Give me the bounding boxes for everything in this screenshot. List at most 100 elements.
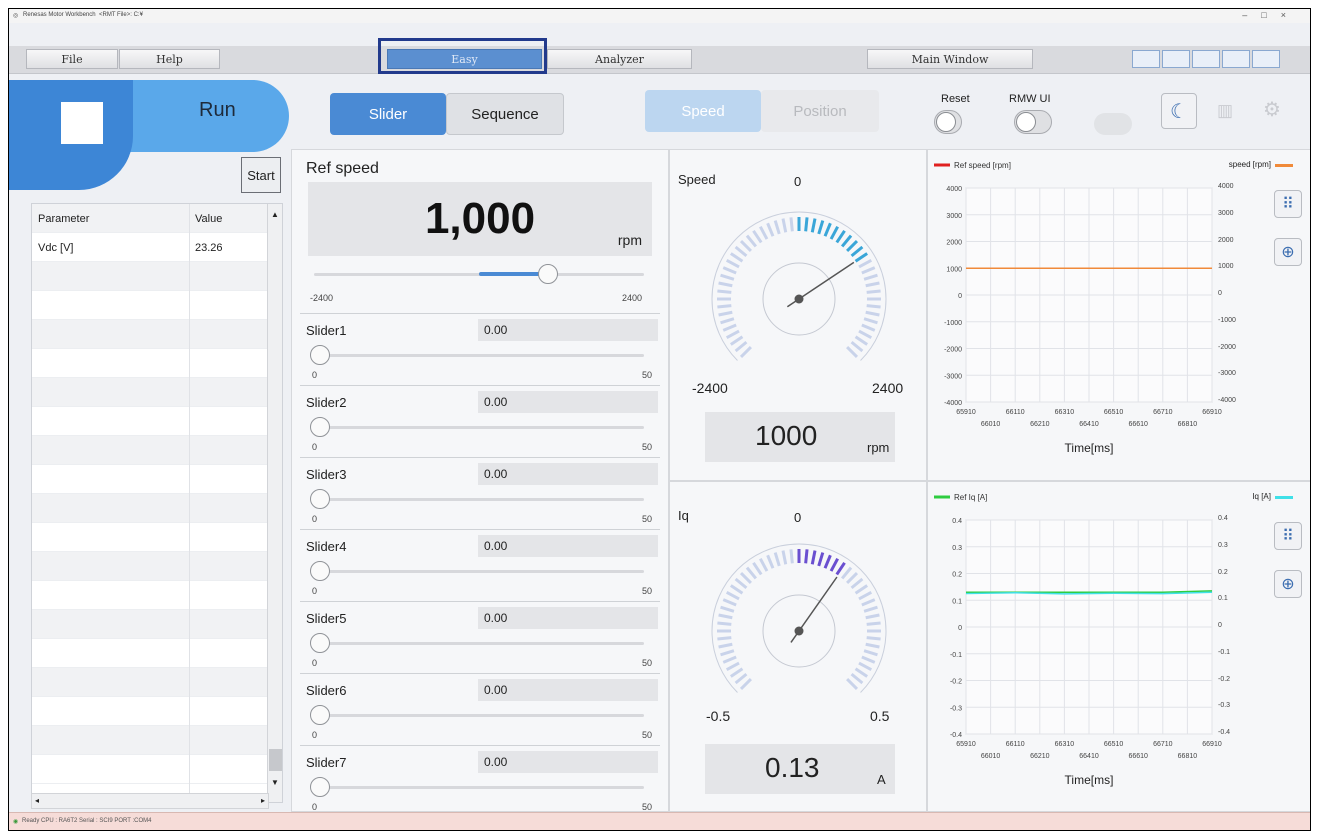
gauge-segment — [858, 259, 873, 269]
zoom-icon[interactable]: ⊕ — [1274, 570, 1302, 598]
slider-divider — [300, 601, 660, 602]
header-parameter: Parameter — [38, 213, 90, 225]
speed-readout-value: 1000 — [755, 420, 818, 451]
slider-value-box[interactable]: 0.00 — [478, 319, 658, 341]
scroll-right-icon[interactable]: ▸ — [261, 796, 265, 805]
main-window-button[interactable]: Main Window — [867, 49, 1033, 69]
gauge-segment — [854, 252, 869, 263]
slider-value-box[interactable]: 0.00 — [478, 679, 658, 701]
vertical-scrollbar[interactable]: ▲ ▼ — [267, 204, 282, 802]
analyzer-tab-button[interactable]: Analyzer — [547, 49, 692, 69]
y-tick-right: -1000 — [1218, 316, 1236, 324]
tab-sequence[interactable]: Sequence — [446, 93, 564, 135]
slider-value-box[interactable]: 0.00 — [478, 391, 658, 413]
layout-icon-4[interactable] — [1222, 50, 1250, 68]
gauge-segment — [718, 642, 733, 649]
table-row[interactable] — [32, 697, 267, 726]
table-row[interactable] — [32, 465, 267, 494]
table-row[interactable] — [32, 436, 267, 465]
stop-icon — [61, 102, 103, 144]
gauge-segment — [850, 577, 864, 590]
rmw-ui-toggle[interactable] — [1014, 110, 1052, 134]
window-controls[interactable]: –□× — [1242, 10, 1300, 20]
y-tick-left: 4000 — [946, 186, 962, 193]
table-row[interactable] — [32, 320, 267, 349]
y-tick-right: -0.4 — [1218, 729, 1231, 736]
gauge-segment — [720, 317, 735, 325]
slider-track[interactable] — [314, 570, 644, 573]
gauge-segment — [718, 310, 733, 317]
scroll-thumb[interactable] — [269, 749, 282, 771]
speed-readout: 1000 rpm — [705, 412, 895, 462]
grid-toggle-icon[interactable]: ⠿ — [1274, 522, 1302, 550]
slider-knob[interactable] — [310, 417, 330, 437]
file-menu-button[interactable]: File — [26, 49, 118, 69]
slider-track[interactable] — [314, 642, 644, 645]
slider-knob[interactable] — [310, 633, 330, 653]
slider-track[interactable] — [314, 354, 644, 357]
slider-knob[interactable] — [310, 705, 330, 725]
table-row[interactable] — [32, 262, 267, 291]
scroll-down-icon[interactable]: ▼ — [271, 778, 279, 787]
theme-icon[interactable]: ☾ — [1161, 93, 1197, 129]
slider-track[interactable] — [314, 498, 644, 501]
table-row[interactable] — [32, 610, 267, 639]
reset-toggle[interactable] — [934, 110, 962, 134]
table-row[interactable] — [32, 494, 267, 523]
tab-position[interactable]: Position — [761, 90, 879, 132]
y-tick-left: 0.1 — [952, 598, 962, 605]
slider-value-box[interactable]: 0.00 — [478, 607, 658, 629]
x-tick: 66010 — [981, 753, 1001, 760]
slider-value-box[interactable]: 0.00 — [478, 463, 658, 485]
table-row[interactable] — [32, 755, 267, 784]
slider-value-box[interactable]: 0.00 — [478, 535, 658, 557]
slider-knob[interactable] — [310, 489, 330, 509]
table-row[interactable] — [32, 581, 267, 610]
table-row[interactable] — [32, 726, 267, 755]
table-row[interactable] — [32, 639, 267, 668]
layout-icon-5[interactable] — [1252, 50, 1280, 68]
start-button[interactable]: Start — [241, 157, 281, 193]
slider-track[interactable] — [314, 426, 644, 429]
gauge-segment — [810, 550, 817, 565]
gauge-segment — [861, 323, 876, 332]
slider-track[interactable] — [314, 714, 644, 717]
slider-knob[interactable] — [310, 561, 330, 581]
table-row[interactable] — [32, 523, 267, 552]
layout-icon-2[interactable] — [1162, 50, 1190, 68]
y-tick-right: -0.2 — [1218, 675, 1231, 683]
gear-icon[interactable]: ⚙ — [1263, 97, 1281, 122]
grid-toggle-icon[interactable]: ⠿ — [1274, 190, 1302, 218]
scroll-up-icon[interactable]: ▲ — [271, 210, 279, 219]
table-row[interactable] — [32, 407, 267, 436]
tab-speed[interactable]: Speed — [645, 90, 761, 132]
table-row[interactable] — [32, 668, 267, 697]
iq-readout-unit: A — [877, 772, 886, 787]
table-row[interactable] — [32, 378, 267, 407]
horizontal-scrollbar[interactable]: ◂ ▸ — [31, 793, 269, 809]
layout-icon-1[interactable] — [1132, 50, 1160, 68]
table-row[interactable] — [32, 552, 267, 581]
slider-value-box[interactable]: 0.00 — [478, 751, 658, 773]
table-row[interactable] — [32, 349, 267, 378]
slider-max: 50 — [642, 586, 653, 596]
slider-knob[interactable] — [310, 777, 330, 797]
x-tick: 66410 — [1079, 753, 1099, 760]
x-tick: 66110 — [1006, 741, 1025, 748]
scroll-left-icon[interactable]: ◂ — [35, 796, 39, 805]
table-row[interactable]: Vdc [V] 23.26 — [32, 233, 267, 262]
tab-slider[interactable]: Slider — [330, 93, 446, 135]
iq-gauge-panel: Iq 0 -0.5 0.5 0.13 A — [669, 481, 927, 812]
ref-speed-knob[interactable] — [538, 264, 559, 284]
slider-track[interactable] — [314, 786, 644, 789]
gauge-segment — [835, 561, 846, 576]
help-menu-button[interactable]: Help — [119, 49, 220, 69]
x-tick: 66810 — [1178, 753, 1198, 760]
slider-knob[interactable] — [310, 345, 330, 365]
menu-bar: File Help Easy Analyzer Main Window — [9, 46, 1310, 74]
table-row[interactable] — [32, 291, 267, 320]
zoom-icon[interactable]: ⊕ — [1274, 238, 1302, 266]
book-icon[interactable]: ▥ — [1217, 101, 1233, 121]
iq-gauge-min: -0.5 — [706, 708, 731, 724]
layout-icon-3[interactable] — [1192, 50, 1220, 68]
